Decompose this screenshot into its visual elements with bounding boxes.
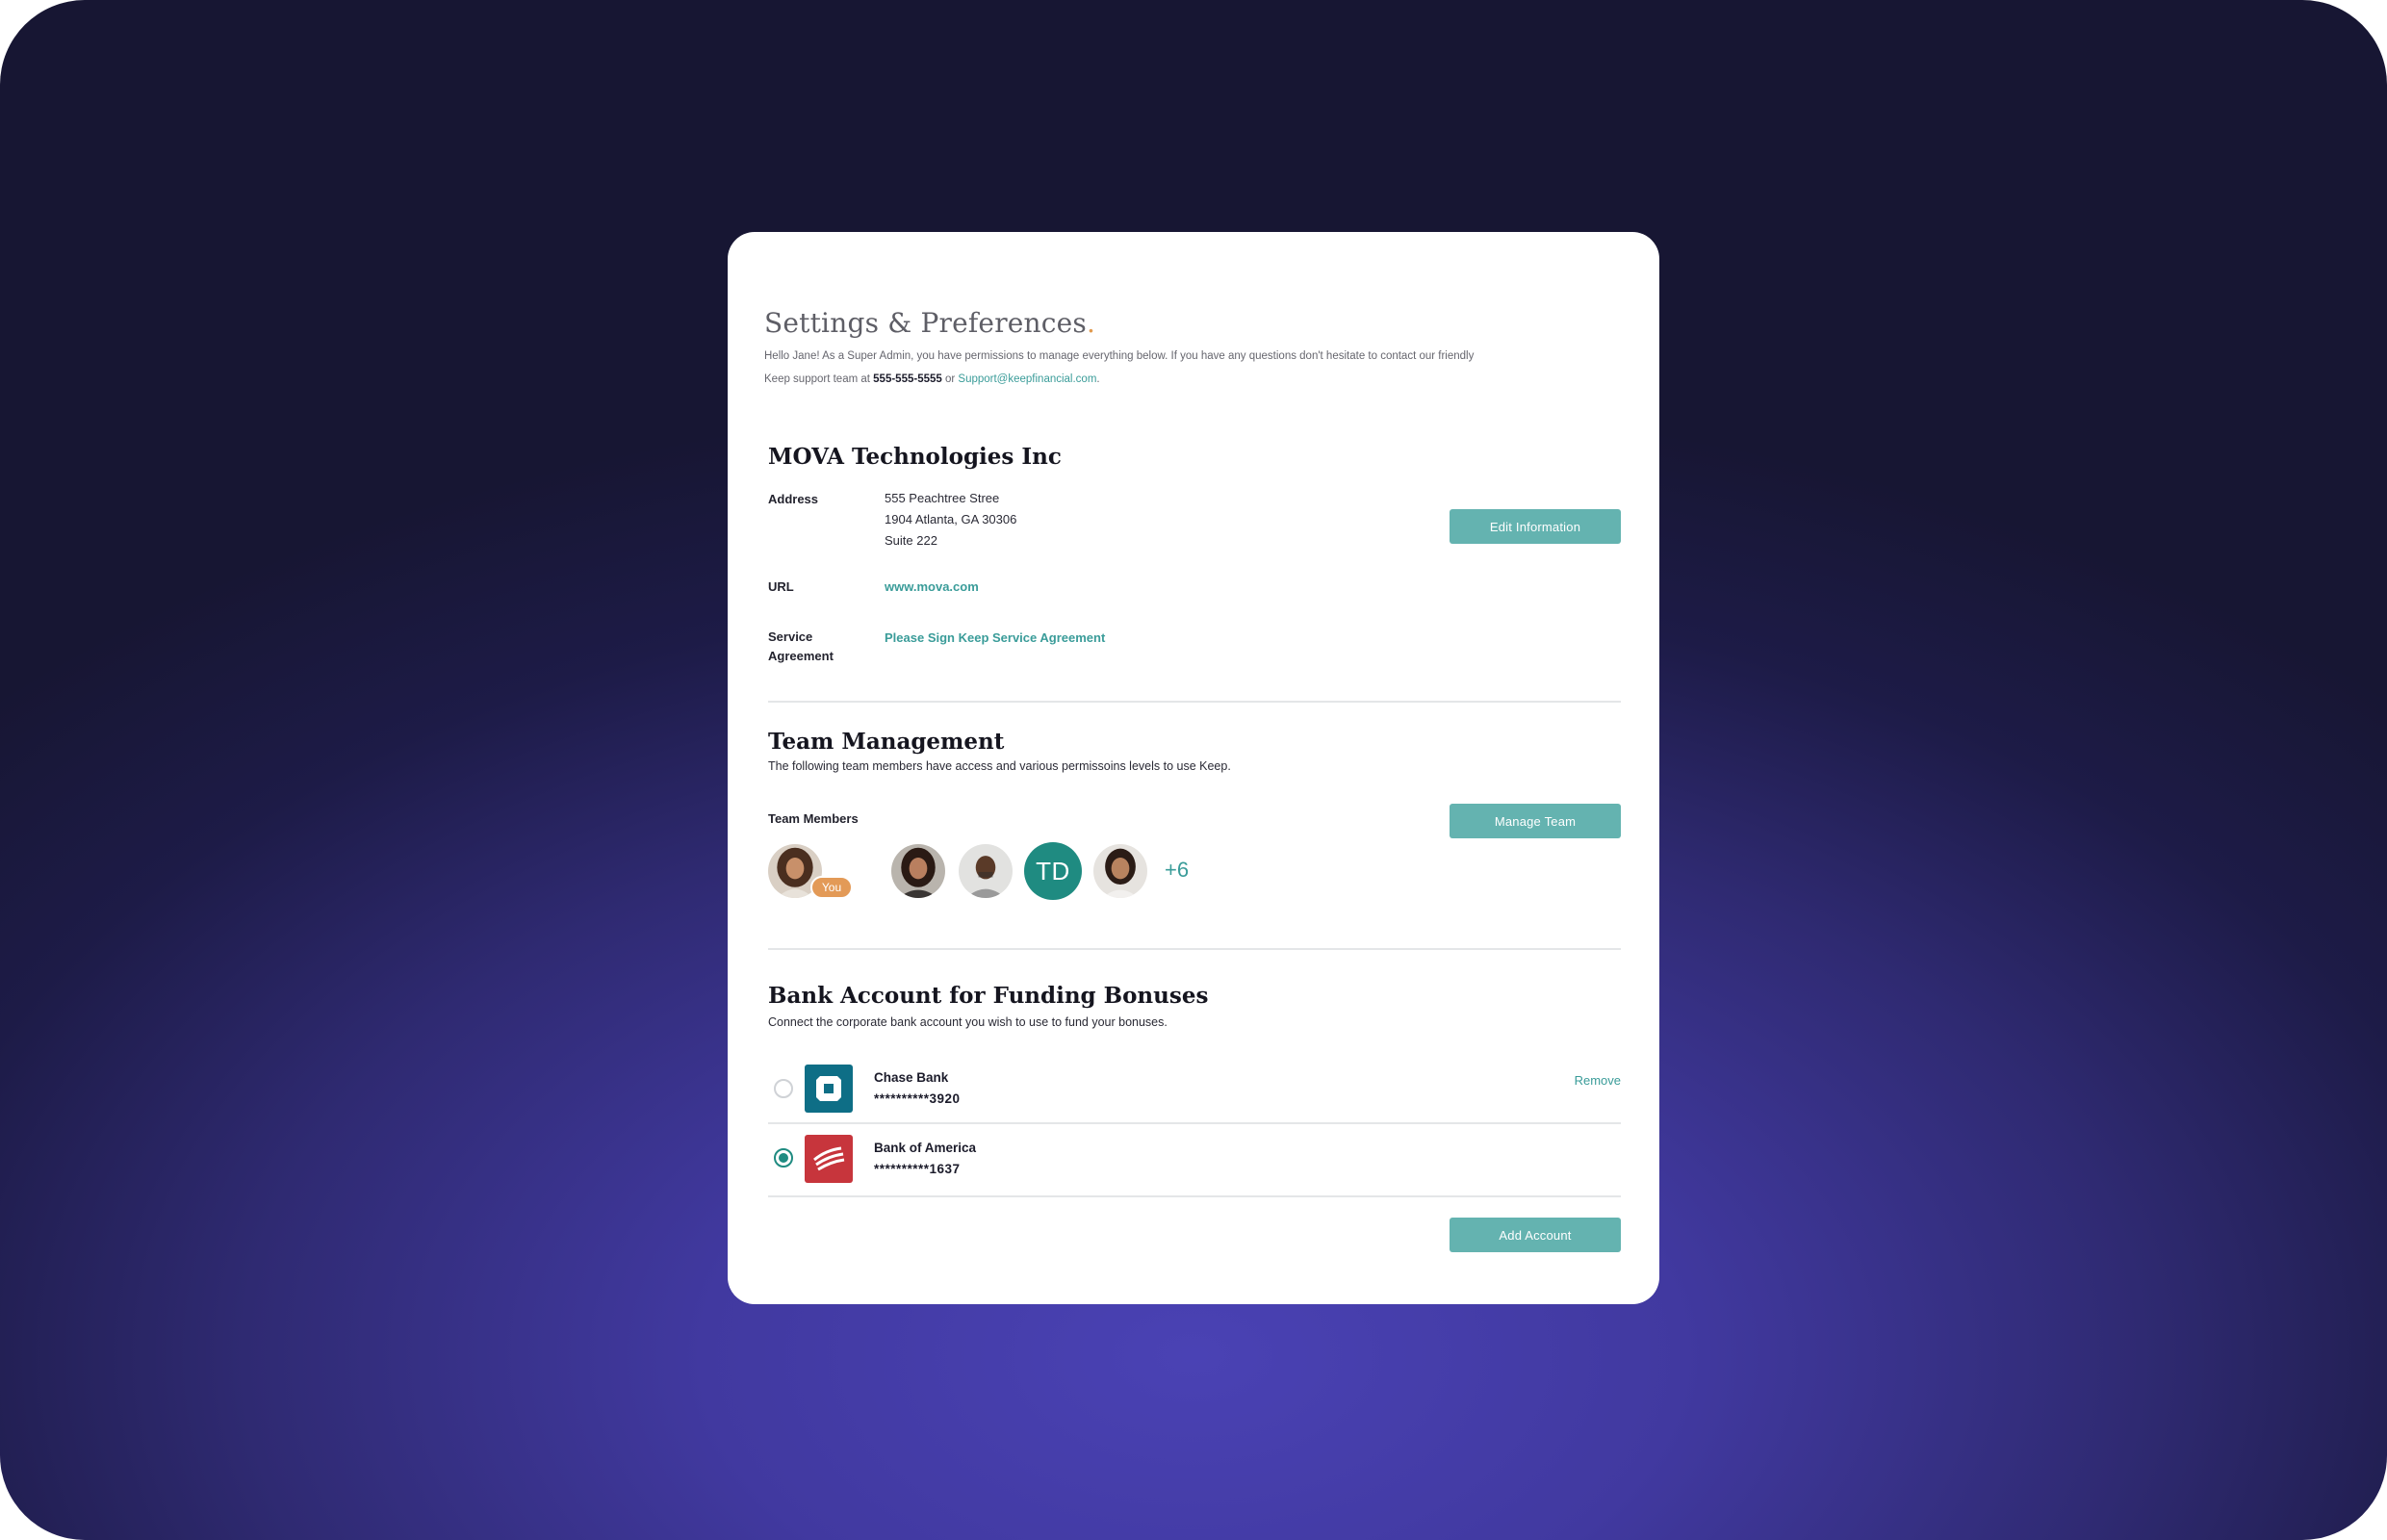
- team-members-label: Team Members: [768, 811, 859, 826]
- address-line: 555 Peachtree Stree: [885, 491, 1000, 505]
- avatar-team-member[interactable]: [889, 842, 947, 900]
- avatar-initials[interactable]: TD: [1024, 842, 1082, 900]
- address-line: Suite 222: [885, 533, 937, 548]
- bofa-radio[interactable]: [774, 1148, 793, 1168]
- intro-or: or: [941, 373, 959, 385]
- avatar-team-member[interactable]: [957, 842, 1014, 900]
- section-divider: [768, 948, 1621, 950]
- service-agreement-label-line: Service: [768, 629, 813, 644]
- edit-information-button[interactable]: Edit Information: [1450, 509, 1621, 544]
- person-photo-icon: [1093, 844, 1147, 898]
- avatar-team-member[interactable]: [1091, 842, 1149, 900]
- support-email-link[interactable]: Support@keepfinancial.com: [958, 373, 1096, 385]
- row-divider: [768, 1122, 1621, 1124]
- person-photo-icon: [891, 844, 945, 898]
- support-phone: 555-555-5555: [873, 373, 942, 385]
- manage-team-button[interactable]: Manage Team: [1450, 804, 1621, 838]
- service-agreement-link[interactable]: Please Sign Keep Service Agreement: [885, 630, 1105, 645]
- service-agreement-label: Service Agreement: [768, 628, 834, 666]
- chase-account-number: **********3920: [874, 1091, 961, 1106]
- background-frame: Settings & Preferences. Hello Jane! As a…: [0, 0, 2387, 1540]
- settings-card: Settings & Preferences. Hello Jane! As a…: [728, 232, 1659, 1304]
- bofa-account-number: **********1637: [874, 1162, 961, 1176]
- intro-text: Hello Jane! As a Super Admin, you have p…: [764, 345, 1592, 391]
- chase-bank-name: Chase Bank: [874, 1070, 949, 1085]
- row-divider: [768, 1195, 1621, 1197]
- service-agreement-label-line: Agreement: [768, 649, 834, 663]
- you-badge: You: [810, 876, 853, 899]
- bank-section-title: Bank Account for Funding Bonuses: [768, 983, 1209, 1009]
- add-account-button[interactable]: Add Account: [1450, 1218, 1621, 1252]
- address-value: 555 Peachtree Stree 1904 Atlanta, GA 303…: [885, 488, 1016, 552]
- section-divider: [768, 701, 1621, 703]
- team-section-subtitle: The following team members have access a…: [768, 759, 1231, 773]
- intro-line-2: Keep support team at: [764, 373, 874, 385]
- chase-logo-icon: [805, 1065, 853, 1113]
- url-label: URL: [768, 579, 794, 594]
- person-photo-icon: [959, 844, 1013, 898]
- company-url-link[interactable]: www.mova.com: [885, 579, 979, 594]
- bofa-bank-name: Bank of America: [874, 1141, 977, 1155]
- bank-of-america-logo-icon: [805, 1135, 853, 1183]
- address-label: Address: [768, 492, 819, 506]
- address-line: 1904 Atlanta, GA 30306: [885, 512, 1017, 526]
- company-name: MOVA Technologies Inc: [768, 444, 1062, 470]
- team-section-title: Team Management: [768, 729, 1005, 755]
- remove-chase-link[interactable]: Remove: [1575, 1073, 1621, 1088]
- more-members-count[interactable]: +6: [1165, 858, 1189, 883]
- intro-line-1: Hello Jane! As a Super Admin, you have p…: [764, 350, 1475, 362]
- intro-period: .: [1096, 373, 1100, 385]
- bank-section-subtitle: Connect the corporate bank account you w…: [768, 1015, 1168, 1029]
- page-title: Settings & Preferences.: [764, 307, 1096, 339]
- title-accent-dot: .: [1087, 307, 1096, 339]
- chase-radio[interactable]: [774, 1079, 793, 1098]
